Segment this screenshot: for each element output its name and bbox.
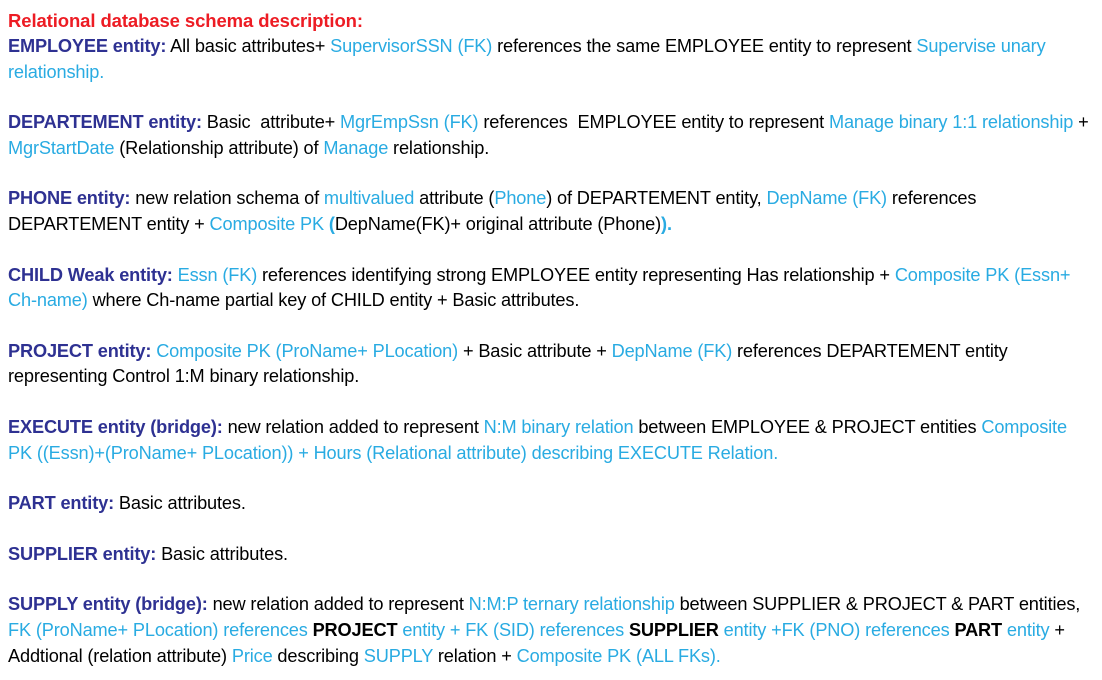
text-run: entity + FK (SID) references [397, 619, 629, 640]
text-run: PHONE entity: [8, 188, 131, 209]
text-run: references EMPLOYEE entity to represent [478, 112, 829, 133]
text-run: new relation schema of [130, 188, 324, 209]
text-run: PART entity: [8, 493, 114, 514]
employee-entity-paragraph: EMPLOYEE entity: All basic attributes+ S… [8, 34, 1092, 85]
text-run: Composite PK (ALL FKs). [516, 645, 721, 666]
text-run: PROJECT entity: [8, 340, 152, 361]
text-run: Phone [494, 188, 547, 209]
text-run: PROJECT [312, 619, 398, 640]
supply-entity-paragraph: SUPPLY entity (bridge): new relation add… [8, 592, 1092, 669]
text-run: CHILD Weak entity: [8, 264, 173, 285]
text-run: SUPPLY [363, 645, 433, 666]
text-run: multivalued [323, 188, 415, 209]
text-run: N:M:P ternary relationship [468, 594, 675, 615]
text-run: N:M binary relation [483, 416, 634, 437]
text-run: Essn (FK) [177, 264, 258, 285]
text-run: entity [1002, 619, 1050, 640]
text-run: between EMPLOYEE & PROJECT entities [633, 416, 982, 437]
project-entity-paragraph: PROJECT entity: Composite PK (ProName+ P… [8, 339, 1092, 390]
text-run: PART [954, 619, 1002, 640]
paragraph-container: EMPLOYEE entity: All basic attributes+ S… [8, 34, 1092, 669]
text-run: DEPARTEMENT entity: [8, 112, 202, 133]
text-run: DepName (FK) [611, 340, 733, 361]
text-run: ) of DEPARTEMENT entity, [546, 188, 767, 209]
text-run: MgrStartDate [8, 137, 115, 158]
text-run: Manage [323, 137, 389, 158]
text-run: SUPPLIER entity: [8, 543, 157, 564]
text-run: relationship. [388, 137, 490, 158]
text-run: entity + [718, 619, 782, 640]
text-run: between SUPPLIER & PROJECT & PART entiti… [674, 594, 1086, 615]
text-run: All basic attributes+ [166, 36, 331, 56]
text-run: Composite PK (ProName+ PLocation) [156, 340, 459, 361]
supplier-entity-paragraph: SUPPLIER entity: Basic attributes. [8, 542, 1092, 568]
text-run: Basic attribute+ [201, 112, 341, 133]
text-run: + Basic attribute + [458, 340, 612, 361]
execute-entity-paragraph: EXECUTE entity (bridge): new relation ad… [8, 415, 1092, 466]
text-run: MgrEmpSsn (FK) [340, 112, 479, 133]
text-run: ). [661, 213, 672, 234]
text-run: references identifying strong EMPLOYEE e… [257, 264, 895, 285]
text-run: SUPPLIER [628, 619, 719, 640]
text-run: Manage binary 1:1 relationship [828, 112, 1074, 133]
text-run: FK (PNO) references [781, 619, 955, 640]
text-run: DepName (FK) [766, 188, 887, 209]
text-run: Composite PK [209, 213, 329, 234]
text-run: Price [231, 645, 273, 666]
text-run: EMPLOYEE entity: [8, 36, 167, 56]
text-run: new relation added to represent [207, 594, 469, 615]
schema-description-document: Relational database schema description: … [0, 0, 1102, 680]
text-run: relation + [432, 645, 517, 666]
page-title: Relational database schema description: [8, 10, 363, 31]
phone-entity-paragraph: PHONE entity: new relation schema of mul… [8, 186, 1092, 237]
text-run: + [1073, 112, 1094, 133]
text-run: SupervisorSSN (FK) [330, 36, 493, 56]
text-run: new relation added to represent [222, 416, 484, 437]
text-run: Basic attributes. [113, 493, 246, 514]
part-entity-paragraph: PART entity: Basic attributes. [8, 491, 1092, 517]
text-run: FK (ProName+ PLocation) references [8, 619, 313, 640]
text-run: attribute ( [414, 188, 495, 209]
text-run: references the same EMPLOYEE entity to r… [492, 36, 917, 56]
departement-entity-paragraph: DEPARTEMENT entity: Basic attribute+ Mgr… [8, 110, 1092, 161]
text-run: EXECUTE entity (bridge): [8, 416, 223, 437]
text-run: DepName(FK)+ original attribute (Phone) [334, 213, 662, 234]
text-run: describing [272, 645, 364, 666]
child-weak-entity-paragraph: CHILD Weak entity: Essn (FK) references … [8, 263, 1092, 314]
text-run: where Ch-name partial key of CHILD entit… [87, 290, 580, 311]
text-run: Basic attributes. [156, 543, 288, 564]
text-run: SUPPLY entity (bridge): [8, 594, 208, 615]
text-run: (Relationship attribute) of [114, 137, 324, 158]
